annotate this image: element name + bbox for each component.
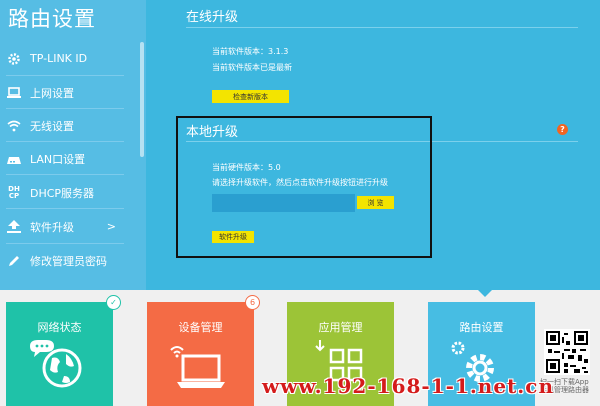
sidebar-title: 路由设置 — [8, 7, 96, 31]
active-indicator — [478, 290, 492, 297]
gear-icon — [6, 51, 22, 67]
laptop-icon — [6, 85, 22, 101]
tile-device-management[interactable]: 设备管理 — [147, 302, 254, 406]
software-status: 当前软件版本已是最新 — [212, 63, 292, 72]
sidebar-item-dhcp[interactable]: DH CP DHCP服务器 — [0, 176, 146, 209]
sidebar-item-label: 软件升级 — [30, 220, 74, 234]
globe-icon — [30, 340, 82, 388]
sidebar-item-label: TP-LINK ID — [30, 52, 88, 65]
tile-network-status[interactable]: 网络状态 — [6, 302, 113, 406]
divider — [6, 208, 124, 209]
pencil-icon — [6, 253, 22, 269]
sidebar-item-label: DHCP服务器 — [30, 186, 95, 200]
sidebar-item-label: 上网设置 — [30, 86, 74, 100]
laptop-wifi-icon — [170, 346, 225, 388]
sidebar-item-password[interactable]: 修改管理员密码 — [0, 244, 146, 277]
divider — [186, 27, 578, 28]
sidebar-item-label: LAN口设置 — [30, 152, 86, 166]
sidebar-item-tplink-id[interactable]: TP-LINK ID — [0, 42, 146, 75]
qr-code-image — [544, 329, 590, 375]
tile-label: 路由设置 — [459, 321, 504, 334]
watermark-text: www.192-168-1-1.net.cn — [262, 374, 554, 398]
wifi-icon — [6, 118, 22, 134]
online-upgrade-title: 在线升级 — [186, 10, 239, 25]
sidebar-item-lan[interactable]: LAN口设置 — [0, 142, 146, 175]
router-icon — [6, 151, 22, 167]
sidebar-item-internet[interactable]: 上网设置 — [0, 76, 146, 109]
sidebar-item-label: 无线设置 — [30, 119, 74, 133]
highlight-frame — [176, 116, 432, 258]
divider — [6, 174, 124, 175]
check-new-version-button[interactable]: 检查新版本 — [212, 90, 289, 103]
sidebar-item-wireless[interactable]: 无线设置 — [0, 109, 146, 142]
dhcp-icon: DH CP — [8, 184, 20, 200]
status-badge: ✓ — [106, 295, 121, 310]
current-software-version: 当前软件版本：3.1.3 — [212, 47, 289, 56]
tile-label: 网络状态 — [37, 321, 82, 334]
sidebar-item-upgrade[interactable]: 软件升级 > — [0, 210, 146, 243]
tile-label: 设备管理 — [178, 321, 223, 334]
chevron-right-icon: > — [106, 220, 116, 233]
tile-label: 应用管理 — [318, 321, 363, 334]
help-icon[interactable]: ? — [557, 124, 568, 135]
sidebar: 路由设置 TP-LINK ID 上网设置 无线设置 LAN口设置 DH CP DH… — [0, 0, 146, 290]
sidebar-item-label: 修改管理员密码 — [30, 254, 107, 268]
upload-icon — [6, 219, 22, 235]
device-count-badge: 6 — [245, 295, 260, 310]
